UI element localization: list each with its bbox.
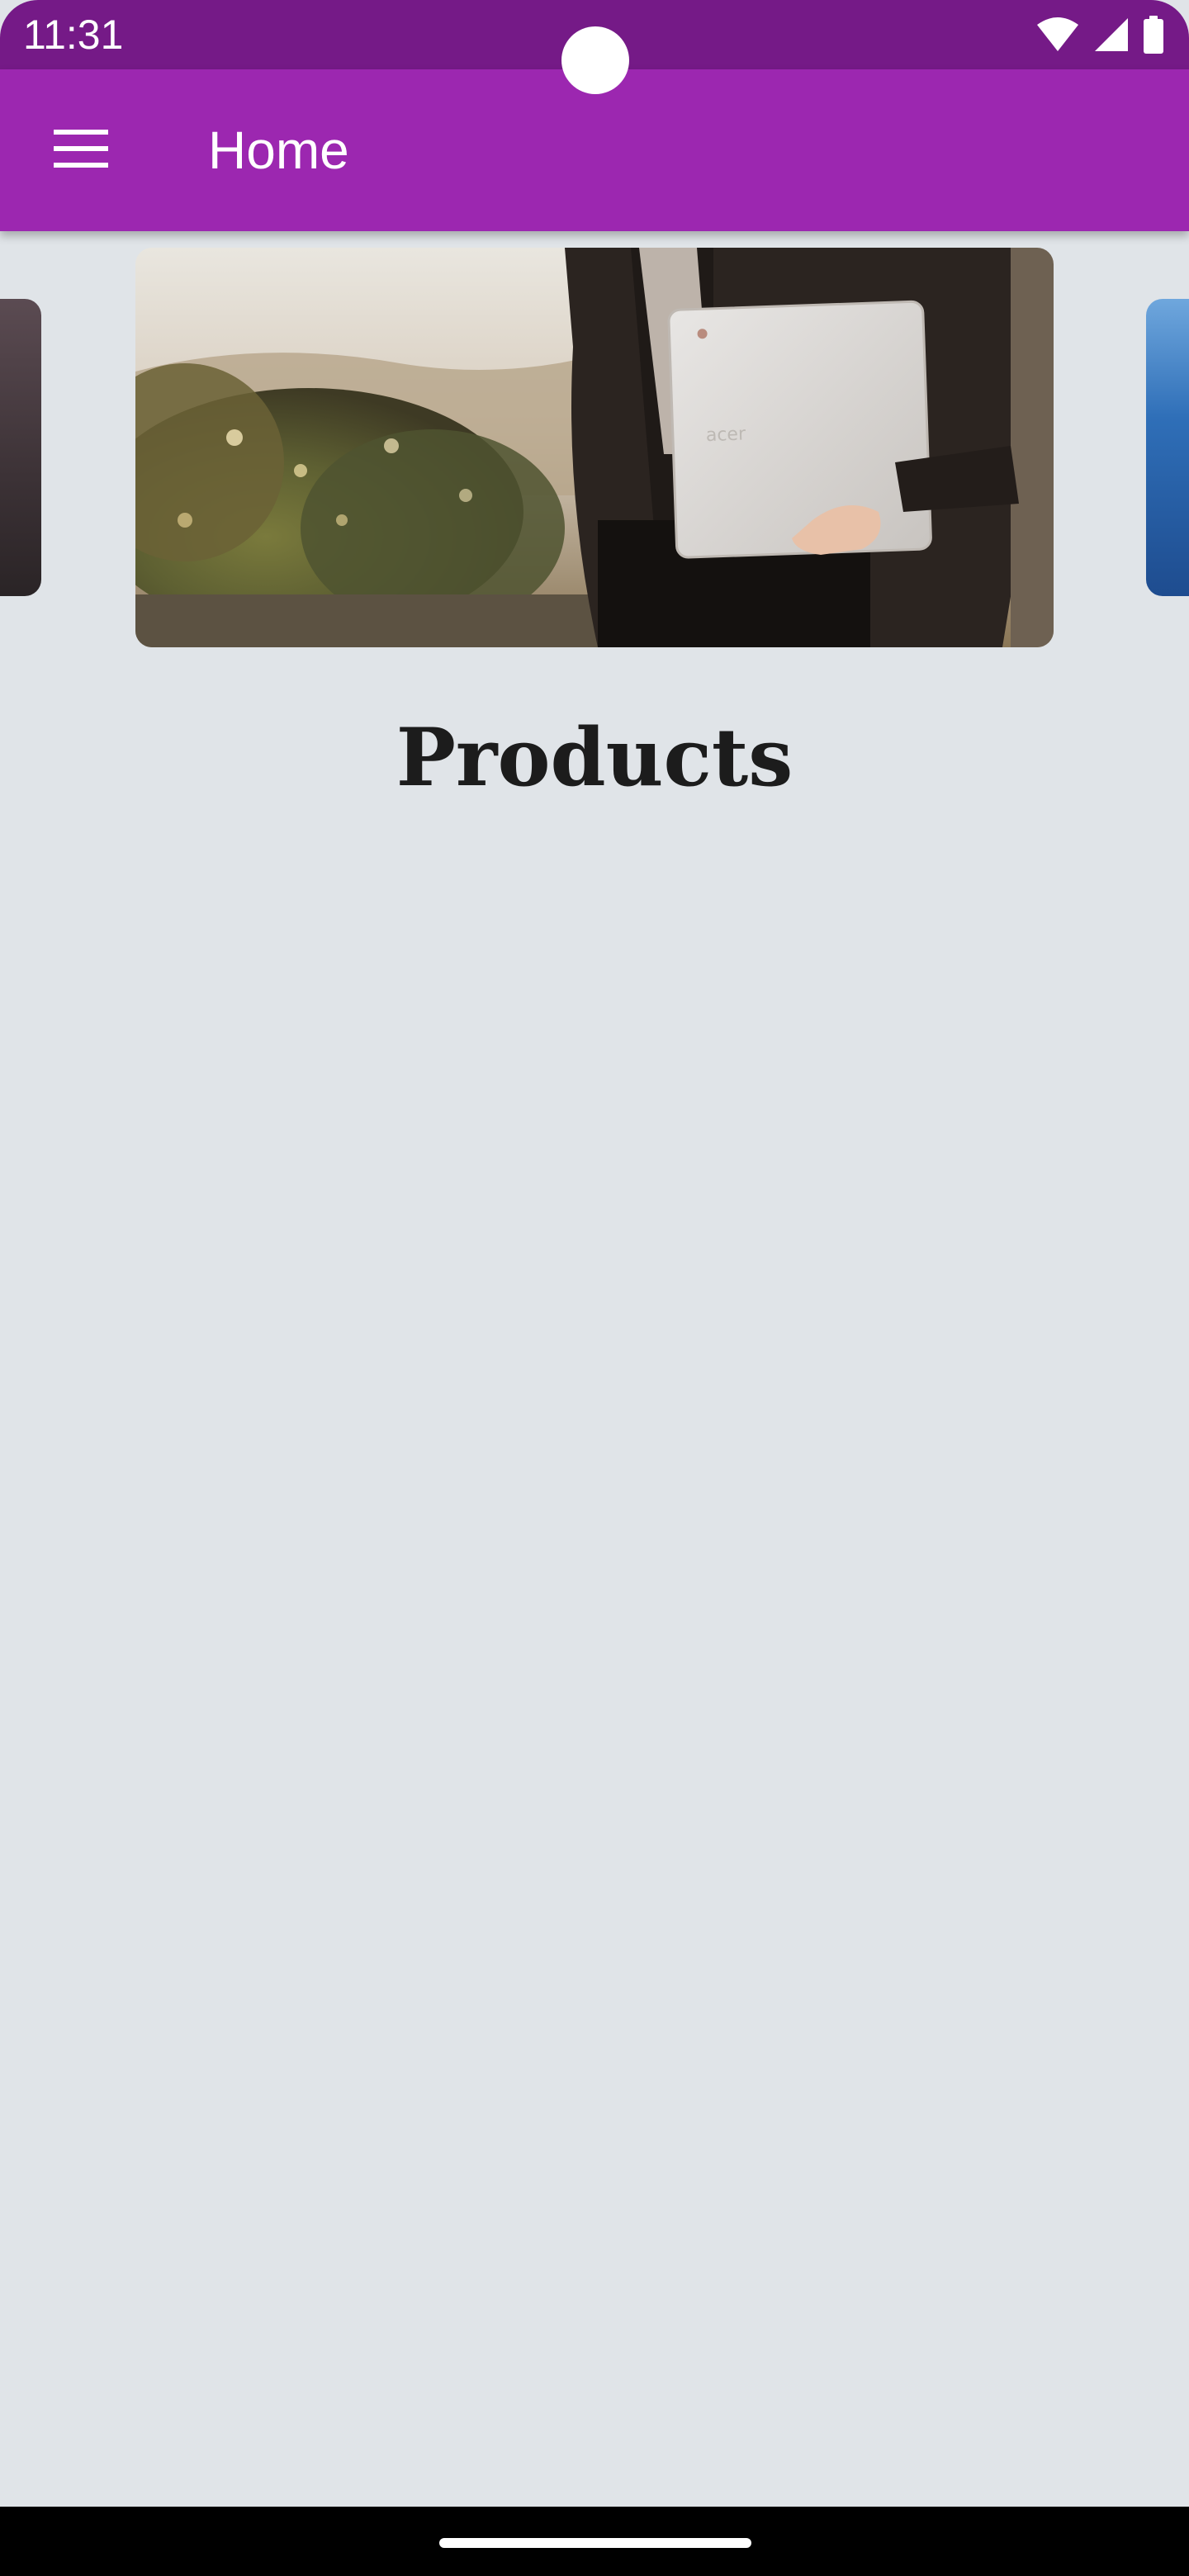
home-indicator[interactable] bbox=[439, 2538, 751, 2548]
svg-text:acer: acer bbox=[705, 424, 746, 446]
cellular-signal-icon bbox=[1093, 17, 1130, 53]
products-heading: Products bbox=[396, 711, 793, 804]
menu-icon bbox=[54, 129, 108, 172]
status-icons bbox=[1035, 15, 1164, 54]
menu-button[interactable] bbox=[41, 117, 121, 183]
system-navigation-bar bbox=[0, 2507, 1189, 2576]
front-camera bbox=[561, 26, 629, 94]
carousel-slide-current[interactable]: acer bbox=[135, 248, 1054, 647]
carousel-slide-previous[interactable] bbox=[0, 299, 41, 596]
image-carousel[interactable]: acer bbox=[0, 248, 1189, 649]
battery-icon bbox=[1143, 16, 1164, 54]
wifi-icon bbox=[1035, 17, 1080, 53]
page-title: Home bbox=[208, 121, 349, 180]
carousel-slide-next[interactable] bbox=[1146, 299, 1189, 596]
status-time: 11:31 bbox=[23, 12, 124, 58]
laptop-photo: acer bbox=[135, 248, 1054, 647]
